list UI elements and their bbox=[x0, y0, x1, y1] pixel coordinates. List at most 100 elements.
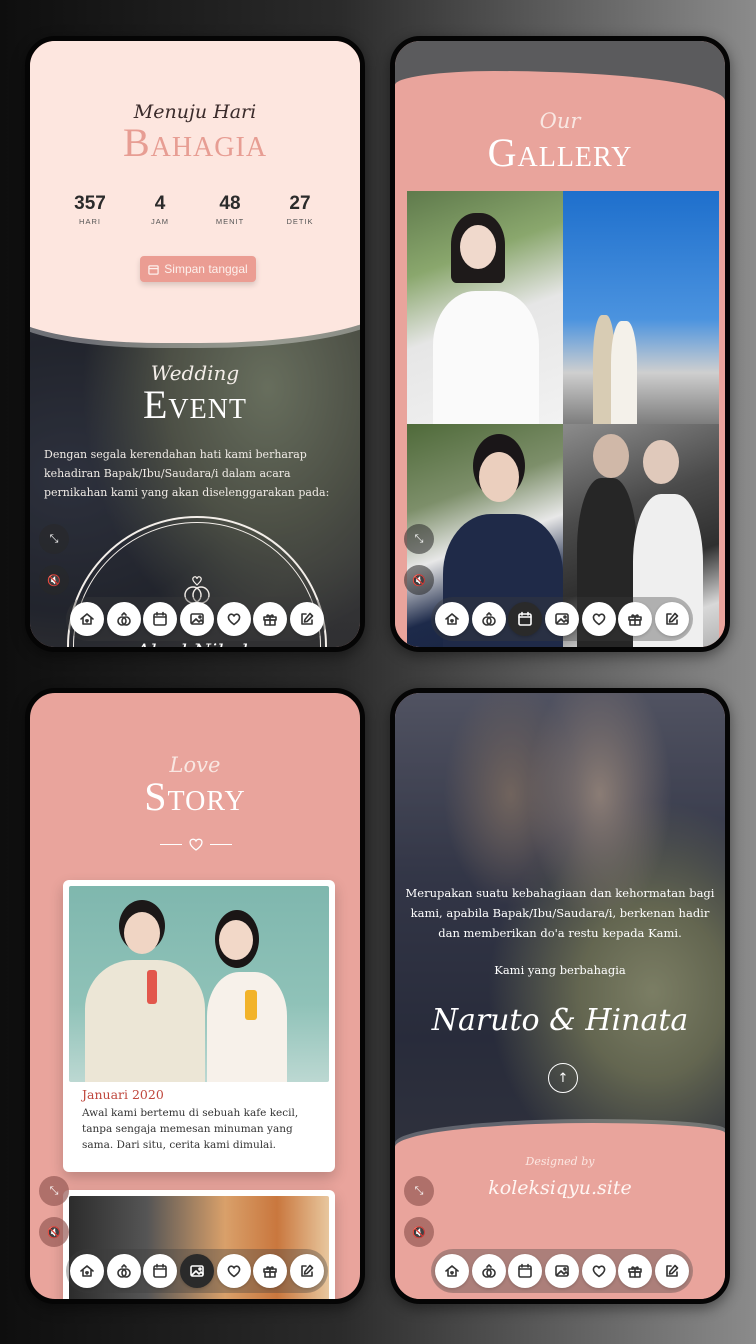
mute-button[interactable]: 🔇 bbox=[39, 565, 69, 595]
gallery-grid bbox=[407, 191, 719, 647]
countdown-minutes: 48 MENIT bbox=[200, 193, 260, 226]
countdown-timer: 357 HARI 4 JAM 48 MENIT 27 DETIK bbox=[60, 193, 330, 226]
nav-gallery-button[interactable] bbox=[544, 602, 579, 636]
rings-icon bbox=[116, 612, 131, 626]
nav-event-button[interactable] bbox=[508, 1254, 543, 1288]
nav-gallery-button[interactable] bbox=[179, 1254, 214, 1288]
bottom-navigation bbox=[66, 1249, 328, 1293]
nav-wishes-button[interactable] bbox=[654, 1254, 689, 1288]
story-text: Awal kami bertemu di sebuah kafe kecil, … bbox=[82, 1107, 299, 1151]
speaker-muted-icon: 🔇 bbox=[412, 1225, 426, 1239]
calendar-icon bbox=[518, 611, 533, 626]
countdown-value: 4 bbox=[154, 193, 166, 214]
scroll-to-top-button[interactable]: ↑ bbox=[548, 1063, 578, 1093]
countdown-title: Bahagia bbox=[122, 120, 268, 165]
gift-icon bbox=[628, 614, 643, 626]
nav-gift-button[interactable] bbox=[253, 602, 288, 636]
closing-signoff: Kami yang berbahagia bbox=[494, 963, 626, 977]
nav-event-button[interactable] bbox=[508, 602, 543, 636]
speaker-muted-icon: 🔇 bbox=[47, 573, 61, 587]
phone-screen-gallery: Our Gallery ⤡ 🔇 bbox=[390, 36, 730, 652]
phone-screen-countdown: Menuju Hari Bahagia 357 HARI 4 JAM 48 ME… bbox=[25, 36, 365, 652]
countdown-label: DETIK bbox=[286, 217, 314, 226]
nav-wishes-button[interactable] bbox=[289, 602, 324, 636]
speaker-muted-icon: 🔇 bbox=[47, 1225, 61, 1239]
rings-icon bbox=[481, 1264, 496, 1278]
story-date: Januari 2020 bbox=[82, 1087, 164, 1102]
save-date-label: Simpan tanggal bbox=[164, 262, 248, 276]
speaker-muted-icon: 🔇 bbox=[412, 573, 426, 587]
gallery-icon bbox=[555, 613, 569, 625]
nav-gallery-button[interactable] bbox=[544, 1254, 579, 1288]
countdown-value: 357 bbox=[74, 193, 106, 214]
nav-home-button[interactable] bbox=[435, 602, 469, 636]
nav-couple-button[interactable] bbox=[471, 602, 506, 636]
mute-button[interactable]: 🔇 bbox=[39, 1217, 69, 1247]
closing-message: Merupakan suatu kebahagiaan dan kehormat… bbox=[405, 886, 715, 940]
bottom-navigation bbox=[431, 1249, 693, 1293]
save-date-button[interactable]: Simpan tanggal bbox=[140, 256, 256, 282]
gallery-title: Gallery bbox=[487, 130, 633, 175]
bottom-navigation bbox=[431, 597, 693, 641]
nav-story-button[interactable] bbox=[216, 602, 251, 636]
gift-icon bbox=[263, 614, 278, 626]
mute-button[interactable]: 🔇 bbox=[404, 1217, 434, 1247]
fullscreen-toggle-button[interactable]: ⤡ bbox=[404, 524, 434, 554]
calendar-icon bbox=[153, 611, 168, 626]
nav-couple-button[interactable] bbox=[106, 1254, 141, 1288]
compress-icon: ⤡ bbox=[414, 532, 424, 545]
rings-icon bbox=[116, 1264, 131, 1278]
designer-site-link[interactable]: koleksiqyu.site bbox=[395, 1177, 725, 1199]
heart-icon bbox=[227, 1265, 240, 1278]
fullscreen-toggle-button[interactable]: ⤡ bbox=[39, 524, 69, 554]
gift-icon bbox=[628, 1266, 643, 1278]
nav-couple-button[interactable] bbox=[471, 1254, 506, 1288]
gift-icon bbox=[263, 1266, 278, 1278]
heart-icon bbox=[592, 613, 605, 626]
heart-icon bbox=[227, 613, 240, 626]
nav-story-button[interactable] bbox=[216, 1254, 251, 1288]
nav-gallery-button[interactable] bbox=[179, 602, 214, 636]
nav-gift-button[interactable] bbox=[618, 1254, 653, 1288]
fullscreen-toggle-button[interactable]: ⤡ bbox=[404, 1176, 434, 1206]
countdown-label: MENIT bbox=[215, 217, 245, 226]
nav-home-button[interactable] bbox=[70, 602, 104, 636]
nav-wishes-button[interactable] bbox=[289, 1254, 324, 1288]
nav-couple-button[interactable] bbox=[106, 602, 141, 636]
compress-icon: ⤡ bbox=[49, 532, 59, 545]
nav-event-button[interactable] bbox=[143, 1254, 178, 1288]
nav-wishes-button[interactable] bbox=[654, 602, 689, 636]
story-photo bbox=[69, 886, 329, 1082]
gallery-photo[interactable] bbox=[563, 191, 719, 424]
countdown-value: 48 bbox=[219, 193, 241, 214]
couple-names: Naruto & Hinata bbox=[431, 1003, 689, 1038]
gallery-icon bbox=[190, 1265, 204, 1277]
heart-icon bbox=[592, 1265, 605, 1278]
countdown-label: HARI bbox=[79, 217, 101, 226]
home-icon bbox=[80, 613, 94, 625]
nav-story-button[interactable] bbox=[581, 602, 616, 636]
gallery-icon bbox=[555, 1265, 569, 1277]
mute-button[interactable]: 🔇 bbox=[404, 565, 434, 595]
story-card: Januari 2020 Awal kami bertemu di sebuah… bbox=[63, 880, 335, 1172]
edit-icon bbox=[666, 612, 679, 625]
gallery-icon bbox=[190, 613, 204, 625]
nav-gift-button[interactable] bbox=[253, 1254, 288, 1288]
calendar-icon bbox=[148, 264, 160, 275]
home-icon bbox=[445, 1265, 459, 1277]
nav-gift-button[interactable] bbox=[618, 602, 653, 636]
countdown-hours: 4 JAM bbox=[130, 193, 190, 226]
compress-icon: ⤡ bbox=[49, 1184, 59, 1197]
nav-event-button[interactable] bbox=[143, 602, 178, 636]
home-icon bbox=[80, 1265, 94, 1277]
bottom-navigation bbox=[66, 597, 328, 641]
nav-home-button[interactable] bbox=[70, 1254, 104, 1288]
gallery-photo[interactable] bbox=[407, 191, 563, 424]
calendar-icon bbox=[518, 1263, 533, 1278]
edit-icon bbox=[666, 1264, 679, 1277]
event-intro-text: Dengan segala kerendahan hati kami berha… bbox=[44, 448, 330, 499]
nav-story-button[interactable] bbox=[581, 1254, 616, 1288]
fullscreen-toggle-button[interactable]: ⤡ bbox=[39, 1176, 69, 1206]
edit-icon bbox=[301, 612, 314, 625]
nav-home-button[interactable] bbox=[435, 1254, 469, 1288]
